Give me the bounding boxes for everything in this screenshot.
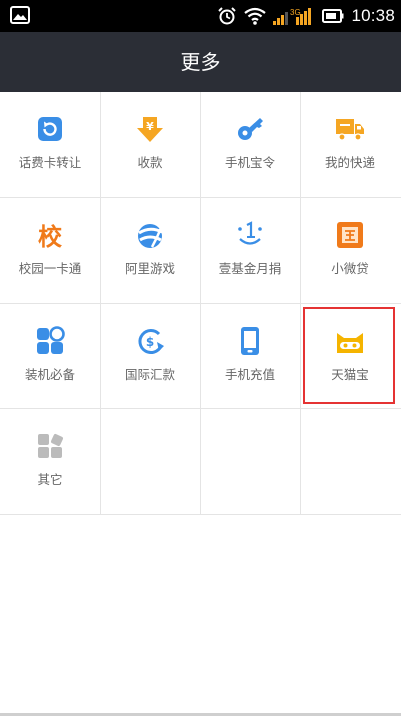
grid-item-my-express[interactable]: 我的快递	[300, 92, 400, 197]
grid-divider	[0, 514, 401, 515]
grid-item-label: 国际汇款	[124, 367, 175, 382]
receive-money-icon: ¥	[137, 117, 163, 142]
grid-item-label: 话费卡转让	[18, 155, 82, 170]
grid-item-label: 收款	[137, 155, 163, 170]
battery-icon	[322, 9, 344, 23]
grid-item-micro-loan[interactable]: 小微贷	[300, 198, 400, 303]
screen: 3G 10:38 更多 话费卡转让 ¥ 收款 手机宝令 我的快递 校 校园一卡通…	[0, 0, 401, 716]
apps-icon	[37, 326, 65, 354]
grid-item-label: 手机宝令	[224, 155, 275, 170]
svg-text:¥: ¥	[146, 120, 154, 133]
grid-item-label: 手机充值	[224, 367, 275, 382]
grid-item-label: 阿里游戏	[124, 261, 175, 276]
grid-item-campus-card[interactable]: 校 校园一卡通	[0, 198, 100, 303]
microloan-icon	[337, 222, 363, 248]
highlight-box	[303, 307, 395, 404]
status-bar: 3G 10:38	[0, 0, 401, 32]
grid-item-phone-token[interactable]: 手机宝令	[200, 92, 300, 197]
grid-item-label: 其它	[37, 472, 63, 487]
grid-item-one-foundation[interactable]: 壹基金月捐	[200, 198, 300, 303]
status-icons: 3G 10:38	[217, 4, 395, 28]
title-bar: 更多	[0, 32, 401, 92]
grid-item-label: 校园一卡通	[18, 261, 82, 276]
phonecard-transfer-icon	[38, 117, 62, 141]
grid-item-other[interactable]: 其它	[0, 409, 100, 514]
feature-grid: 话费卡转让 ¥ 收款 手机宝令 我的快递 校 校园一卡通 阿里游戏 壹基金月捐 …	[0, 92, 401, 716]
one-foundation-icon	[238, 221, 262, 245]
grid-item-label: 小微贷	[331, 261, 369, 276]
grid-item-ali-games[interactable]: 阿里游戏	[100, 198, 200, 303]
svg-text:3G: 3G	[290, 8, 301, 17]
campus-card-icon: 校	[38, 223, 63, 250]
wifi-icon	[244, 7, 267, 25]
game-ball-icon	[138, 224, 163, 248]
svg-text:校: 校	[38, 223, 63, 250]
grid-item-label: 装机必备	[24, 367, 75, 382]
key-icon	[238, 118, 263, 140]
grid-item-label: 壹基金月捐	[218, 261, 282, 276]
svg-text:$: $	[146, 335, 154, 349]
mobile-recharge-icon	[241, 327, 259, 355]
gallery-icon	[10, 6, 30, 24]
alarm-icon	[218, 7, 237, 25]
grid-item-label: 我的快递	[324, 155, 375, 170]
grid-item-intl-remittance[interactable]: $ 国际汇款	[100, 304, 200, 409]
truck-icon	[336, 119, 364, 141]
grid-item-must-have-apps[interactable]: 装机必备	[0, 304, 100, 409]
intl-remit-icon: $	[138, 329, 164, 354]
grid-item-mobile-recharge[interactable]: 手机充值	[200, 304, 300, 409]
page-title: 更多	[180, 50, 221, 74]
signal-icon: 3G	[273, 8, 312, 25]
grid-item-receive-money[interactable]: ¥ 收款	[100, 92, 200, 197]
clock-time: 10:38	[351, 6, 395, 25]
grid-item-phonecard-transfer[interactable]: 话费卡转让	[0, 92, 100, 197]
other-icon	[38, 434, 63, 458]
